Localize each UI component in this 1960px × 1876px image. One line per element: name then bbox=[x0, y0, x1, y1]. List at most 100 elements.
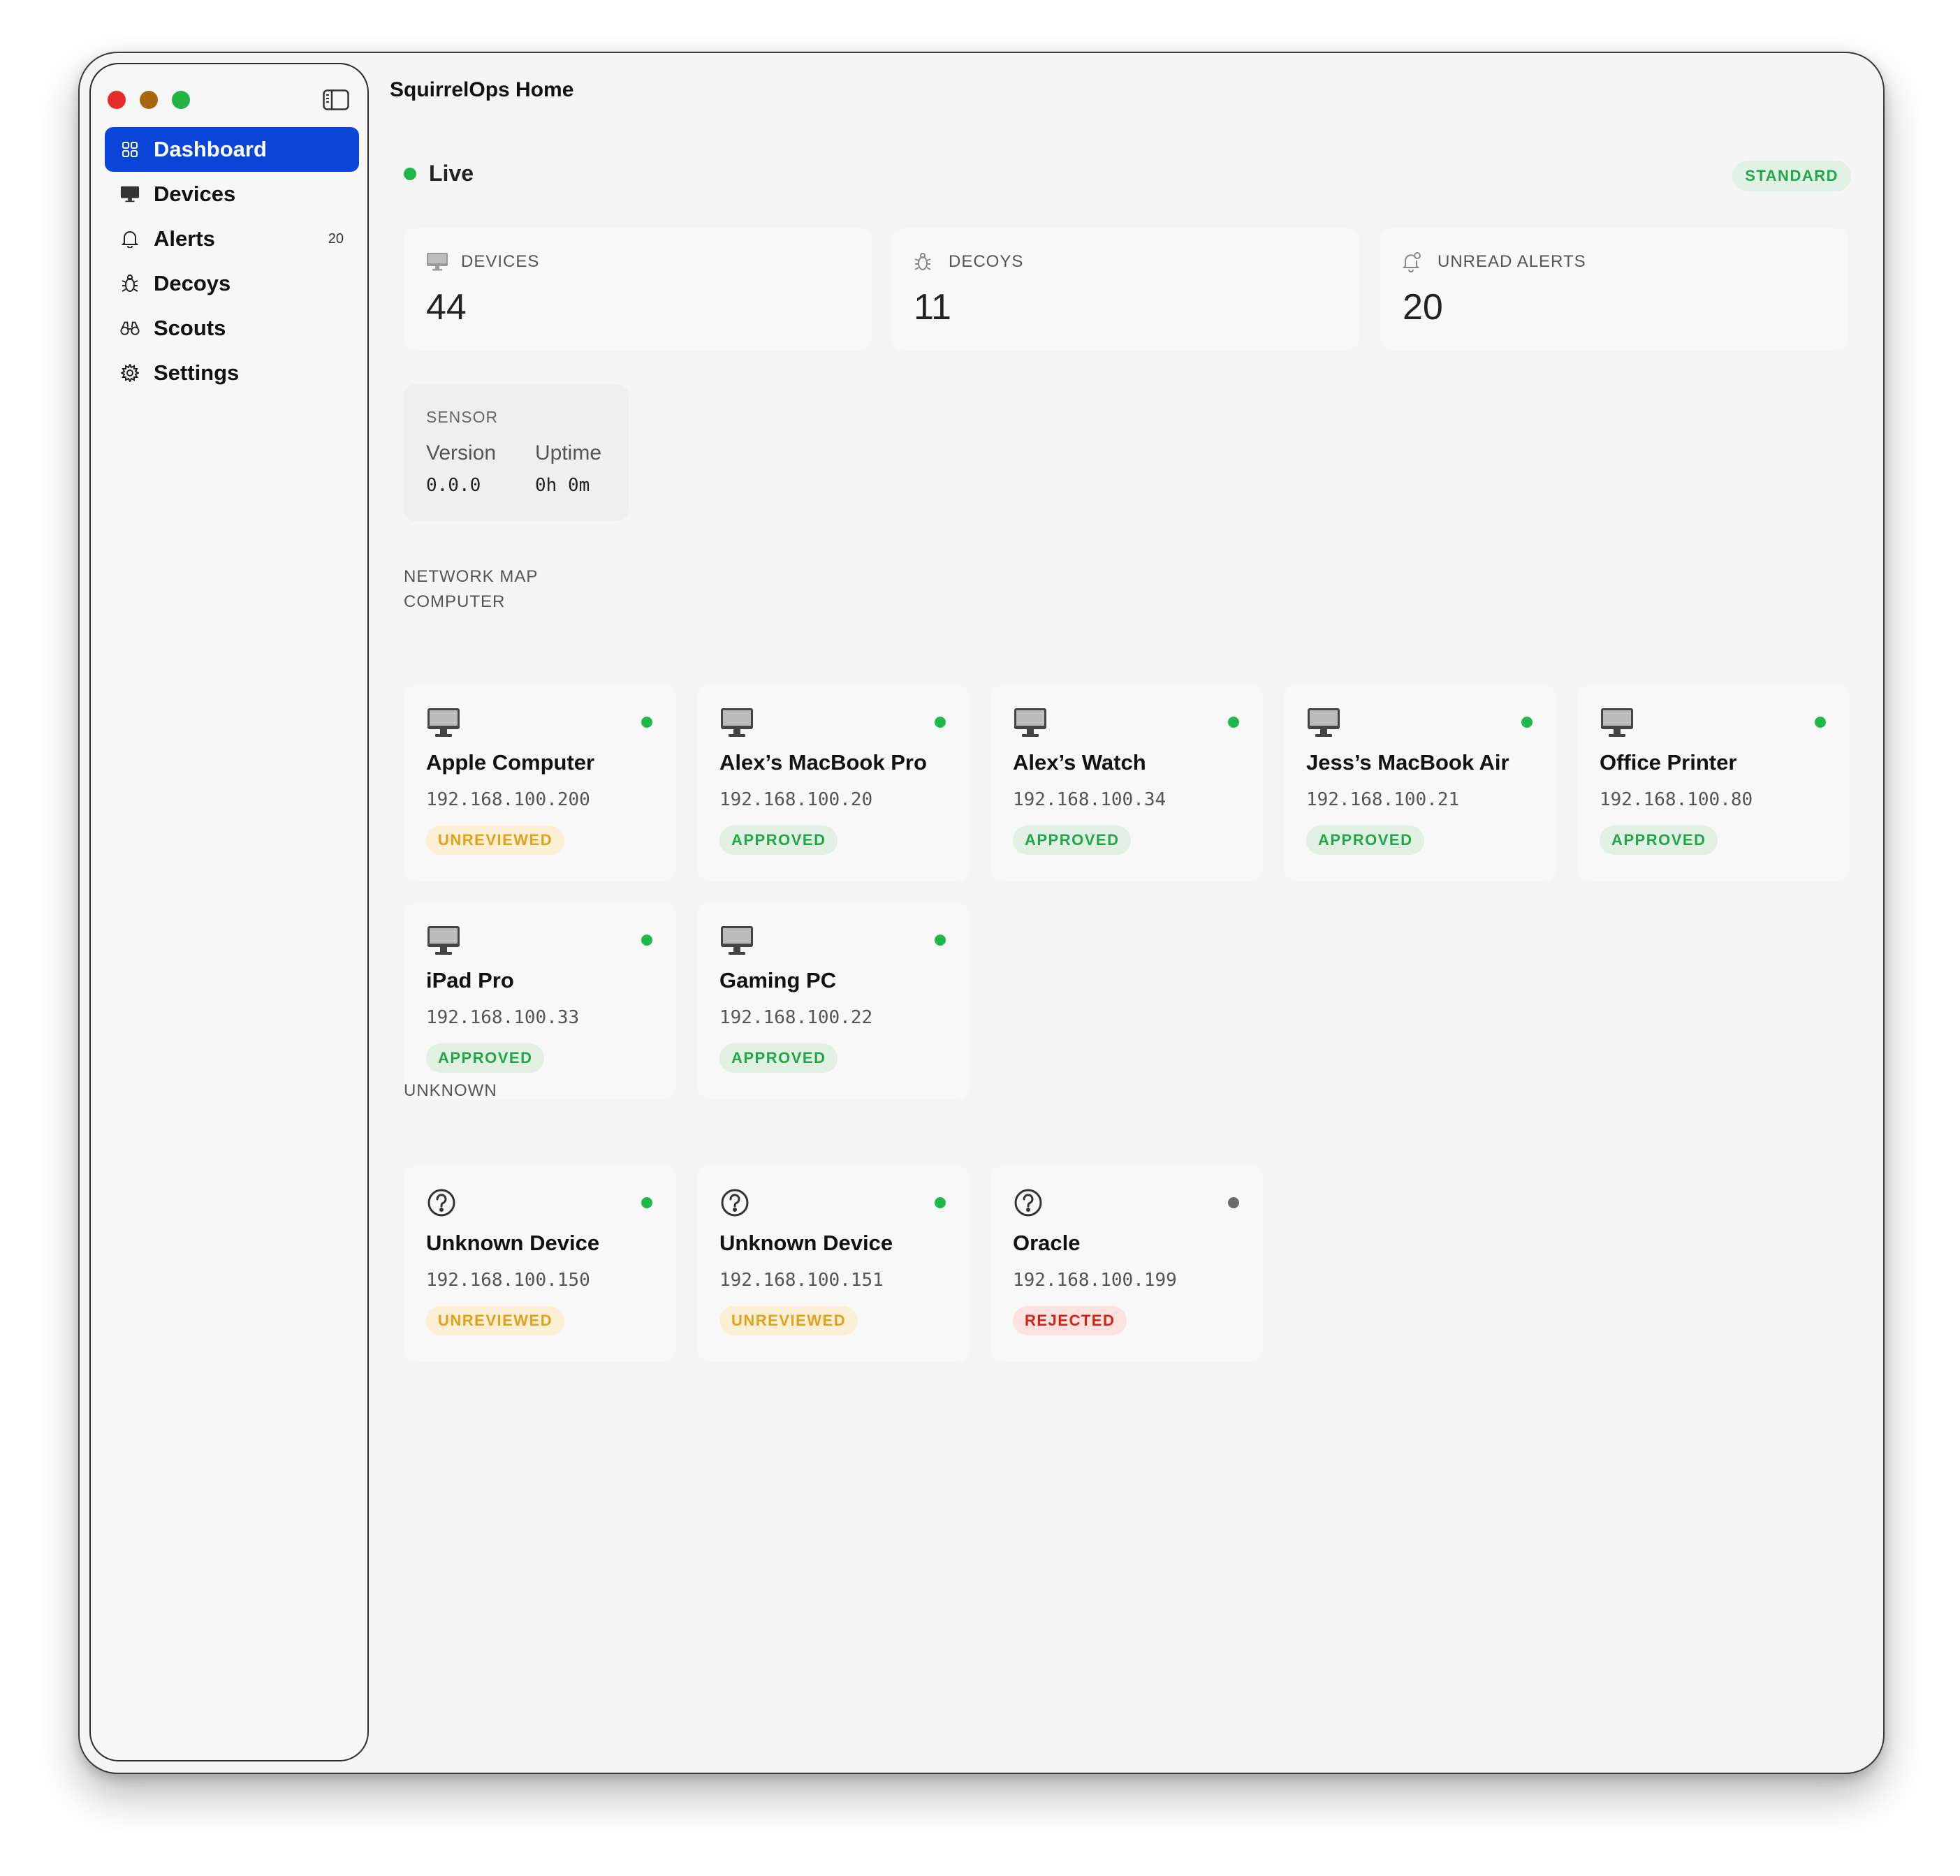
sidebar-toggle-icon[interactable] bbox=[323, 89, 349, 110]
device-card[interactable]: Jess’s MacBook Air 192.168.100.21 APPROVED bbox=[1284, 684, 1556, 881]
live-indicator: Live bbox=[404, 161, 474, 186]
gear-icon bbox=[120, 363, 140, 383]
monitor-icon bbox=[719, 925, 754, 957]
decoys-stat-label: DECOYS bbox=[949, 252, 1024, 271]
device-status-badge: UNREVIEWED bbox=[426, 826, 565, 855]
device-status-badge: REJECTED bbox=[1013, 1306, 1127, 1335]
monitor-icon bbox=[426, 707, 461, 739]
bell-badge-icon bbox=[1403, 251, 1425, 272]
window-title: SquirrelOps Home bbox=[390, 78, 574, 101]
monitor-icon bbox=[426, 925, 461, 957]
question-icon bbox=[426, 1187, 461, 1219]
device-ip: 192.168.100.33 bbox=[426, 1007, 580, 1028]
online-status-dot bbox=[1521, 717, 1533, 728]
sidebar-nav: Dashboard Devices Alerts 20 Decoys Scout… bbox=[105, 127, 359, 395]
computer-group-label: COMPUTER bbox=[404, 592, 506, 611]
alerts-stat-value: 20 bbox=[1403, 287, 1443, 328]
mode-badge: STANDARD bbox=[1732, 161, 1851, 191]
device-ip: 192.168.100.20 bbox=[719, 789, 873, 810]
device-card[interactable]: Oracle 192.168.100.199 REJECTED bbox=[990, 1165, 1263, 1362]
device-name: Alex’s Watch bbox=[1013, 750, 1146, 775]
device-ip: 192.168.100.150 bbox=[426, 1270, 590, 1291]
sidebar-item-decoys[interactable]: Decoys bbox=[105, 261, 359, 306]
bug-icon bbox=[120, 274, 140, 293]
sidebar-item-settings[interactable]: Settings bbox=[105, 351, 359, 395]
device-status-badge: APPROVED bbox=[1600, 826, 1718, 855]
device-name: Unknown Device bbox=[426, 1231, 600, 1255]
device-card[interactable]: Alex’s MacBook Pro 192.168.100.20 APPROVED bbox=[697, 684, 970, 881]
sensor-uptime-value: 0h 0m bbox=[535, 475, 590, 496]
device-name: iPad Pro bbox=[426, 968, 514, 992]
alerts-stat-label: UNREAD ALERTS bbox=[1438, 252, 1586, 271]
online-status-dot bbox=[935, 935, 946, 946]
online-status-dot bbox=[641, 935, 652, 946]
devices-stat-card[interactable]: DEVICES 44 bbox=[404, 228, 872, 351]
device-card[interactable]: Alex’s Watch 192.168.100.34 APPROVED bbox=[990, 684, 1263, 881]
device-name: Jess’s MacBook Air bbox=[1306, 750, 1509, 775]
sidebar-item-scouts[interactable]: Scouts bbox=[105, 306, 359, 351]
question-icon bbox=[1013, 1187, 1048, 1219]
main-content: SquirrelOps Home Live STANDARD DEVICES 4… bbox=[369, 53, 1883, 1773]
monitor-icon bbox=[1013, 707, 1048, 739]
device-ip: 192.168.100.200 bbox=[426, 789, 590, 810]
device-ip: 192.168.100.199 bbox=[1013, 1270, 1177, 1291]
device-card[interactable]: Office Printer 192.168.100.80 APPROVED bbox=[1577, 684, 1850, 881]
minimize-window-button[interactable] bbox=[140, 91, 158, 109]
device-card[interactable]: Gaming PC 192.168.100.22 APPROVED bbox=[697, 902, 970, 1099]
live-status-dot bbox=[404, 167, 416, 180]
device-name: Alex’s MacBook Pro bbox=[719, 750, 927, 775]
device-name: Oracle bbox=[1013, 1231, 1081, 1255]
sidebar-item-dashboard[interactable]: Dashboard bbox=[105, 127, 359, 172]
device-status-badge: APPROVED bbox=[719, 826, 838, 855]
alerts-count-badge: 20 bbox=[328, 230, 344, 247]
live-label: Live bbox=[429, 161, 474, 186]
close-window-button[interactable] bbox=[108, 91, 126, 109]
sidebar-item-label: Devices bbox=[154, 182, 236, 206]
online-status-dot bbox=[935, 1197, 946, 1208]
device-name: Unknown Device bbox=[719, 1231, 893, 1255]
devices-stat-value: 44 bbox=[426, 287, 467, 328]
online-status-dot bbox=[935, 717, 946, 728]
device-card[interactable]: Unknown Device 192.168.100.150 UNREVIEWED bbox=[404, 1165, 676, 1362]
sensor-card: SENSOR Version 0.0.0 Uptime 0h 0m bbox=[404, 384, 629, 521]
device-status-badge: APPROVED bbox=[719, 1043, 838, 1073]
device-status-badge: APPROVED bbox=[1306, 826, 1425, 855]
device-ip: 192.168.100.151 bbox=[719, 1270, 884, 1291]
decoys-stat-card[interactable]: DECOYS 11 bbox=[891, 228, 1359, 351]
bell-icon bbox=[120, 229, 140, 249]
sidebar-item-label: Scouts bbox=[154, 316, 226, 340]
device-status-badge: UNREVIEWED bbox=[719, 1306, 858, 1335]
decoys-stat-value: 11 bbox=[914, 287, 951, 328]
grid-icon bbox=[120, 140, 140, 159]
sidebar-item-label: Settings bbox=[154, 360, 240, 385]
online-status-dot bbox=[1228, 1197, 1239, 1208]
monitor-icon bbox=[719, 707, 754, 739]
online-status-dot bbox=[1228, 717, 1239, 728]
sensor-version-value: 0.0.0 bbox=[426, 475, 481, 496]
sidebar-item-label: Alerts bbox=[154, 226, 215, 251]
device-name: Office Printer bbox=[1600, 750, 1737, 775]
monitor-icon bbox=[1600, 707, 1634, 739]
sidebar: Dashboard Devices Alerts 20 Decoys Scout… bbox=[89, 63, 369, 1761]
binoculars-icon bbox=[120, 318, 140, 338]
sensor-uptime-label: Uptime bbox=[535, 441, 602, 464]
sidebar-item-devices[interactable]: Devices bbox=[105, 172, 359, 217]
sidebar-item-alerts[interactable]: Alerts 20 bbox=[105, 217, 359, 261]
online-status-dot bbox=[641, 717, 652, 728]
device-card[interactable]: iPad Pro 192.168.100.33 APPROVED bbox=[404, 902, 676, 1099]
device-ip: 192.168.100.80 bbox=[1600, 789, 1753, 810]
sensor-version-label: Version bbox=[426, 441, 497, 464]
device-status-badge: APPROVED bbox=[426, 1043, 545, 1073]
alerts-stat-card[interactable]: UNREAD ALERTS 20 bbox=[1380, 228, 1848, 351]
monitor-icon bbox=[1306, 707, 1341, 739]
monitor-icon bbox=[120, 184, 140, 204]
device-card[interactable]: Unknown Device 192.168.100.151 UNREVIEWED bbox=[697, 1165, 970, 1362]
device-ip: 192.168.100.34 bbox=[1013, 789, 1167, 810]
sidebar-item-label: Dashboard bbox=[154, 137, 267, 161]
zoom-window-button[interactable] bbox=[172, 91, 190, 109]
sidebar-item-label: Decoys bbox=[154, 271, 231, 295]
online-status-dot bbox=[641, 1197, 652, 1208]
device-status-badge: APPROVED bbox=[1013, 826, 1132, 855]
question-icon bbox=[719, 1187, 754, 1219]
device-card[interactable]: Apple Computer 192.168.100.200 UNREVIEWED bbox=[404, 684, 676, 881]
